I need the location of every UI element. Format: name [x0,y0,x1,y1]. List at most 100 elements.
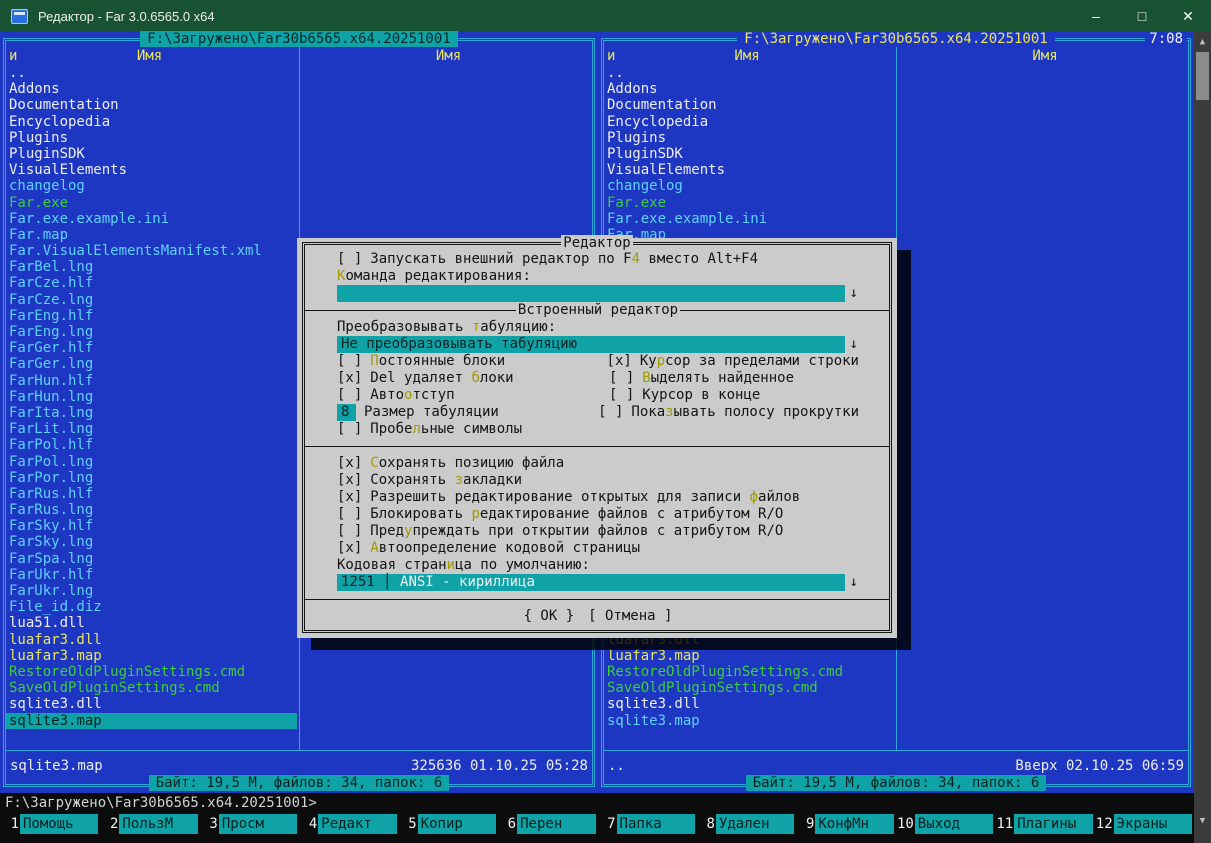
file-item[interactable]: changelog [6,178,297,194]
fkey-button[interactable]: 9КонфМн [797,814,893,834]
checkbox-whitespace[interactable]: [ ]Пробельные символы [337,421,859,438]
checkbox-persistent-blocks[interactable]: [ ]Постоянные блоки [337,353,607,370]
file-item[interactable]: Far.exe.example.ini [6,211,297,227]
fkey-button[interactable]: 6Перен [499,814,595,834]
file-item[interactable]: PluginSDK [6,146,297,162]
checkbox-autoindent[interactable]: [ ]Автоотступ [337,387,609,404]
file-item[interactable]: Far.exe.example.ini [604,211,894,227]
dropdown-arrow-icon[interactable]: ↓ [850,336,858,353]
history-arrow-icon[interactable]: ↓ [850,285,858,302]
file-item[interactable]: Far.exe [6,195,297,211]
minimize-button[interactable]: – [1073,0,1119,32]
file-item[interactable]: FarGer.lng [6,356,297,372]
fkey-button[interactable]: 10Выход [897,814,993,834]
combo-tab-conversion[interactable]: Не преобразовывать табуляцию↓ [337,336,845,353]
panel-path[interactable]: F:\Загружено\Far30b6565.x64.20251001 [598,32,1194,48]
file-item[interactable]: changelog [604,178,894,194]
file-item[interactable]: FarEng.lng [6,324,297,340]
file-item[interactable]: RestoreOldPluginSettings.cmd [6,664,297,680]
file-item[interactable]: RestoreOldPluginSettings.cmd [604,664,894,680]
fkey-button[interactable]: 5Копир [400,814,496,834]
fkey-button[interactable]: 1Помощь [2,814,98,834]
maximize-button[interactable]: □ [1119,0,1165,32]
file-item[interactable]: FarCze.lng [6,292,297,308]
file-item[interactable]: luafar3.dll [6,632,297,648]
file-item[interactable]: Plugins [6,130,297,146]
file-item[interactable]: FarPol.lng [6,454,297,470]
file-item[interactable]: VisualElements [604,162,894,178]
checkbox-autodetect-codepage[interactable]: [x]Автоопределение кодовой страницы [337,540,859,557]
fkey-button[interactable]: 8Удален [698,814,794,834]
command-line[interactable]: F:\Загружено\Far30b6565.x64.20251001> [5,795,317,812]
file-item[interactable]: FarRus.hlf [6,486,297,502]
scroll-thumb[interactable] [1196,52,1209,100]
checkbox-show-scrollbar[interactable]: [ ]Показывать полосу прокрутки [598,404,859,421]
scroll-up-icon[interactable]: ▲ [1194,34,1211,50]
file-item[interactable]: FarGer.hlf [6,340,297,356]
dropdown-arrow-icon[interactable]: ↓ [850,574,858,591]
fkey-button[interactable]: 7Папка [599,814,695,834]
checkbox-cursor-at-end[interactable]: [ ]Курсор в конце [609,387,859,404]
file-item[interactable]: Far.VisualElementsManifest.xml [6,243,297,259]
file-item[interactable]: Addons [604,81,894,97]
checkbox-warn-readonly-files[interactable]: [ ]Предупреждать при открытии файлов с а… [337,523,859,540]
fkey-button[interactable]: 12Экраны [1096,814,1192,834]
checkbox-run-external-editor[interactable]: [ ]Запускать внешний редактор по F4 вмес… [337,251,859,268]
file-item[interactable]: FarBel.lng [6,259,297,275]
checkbox-save-file-position[interactable]: [x]Сохранять позицию файла [337,455,859,472]
file-item[interactable]: Documentation [6,97,297,113]
file-item[interactable]: luafar3.map [6,648,297,664]
scrollbar[interactable]: ▲ ▼ [1194,32,1211,843]
file-item[interactable]: sqlite3.dll [6,696,297,712]
file-item[interactable]: Plugins [604,130,894,146]
scroll-down-icon[interactable]: ▼ [1194,813,1211,829]
checkbox-highlight-found[interactable]: [ ]Выделять найденное [609,370,859,387]
input-tab-size[interactable]: 8 [337,404,356,421]
fkey-button[interactable]: 3Просм [201,814,297,834]
file-item[interactable]: FarCze.hlf [6,275,297,291]
file-item[interactable]: FarEng.hlf [6,308,297,324]
file-item[interactable]: VisualElements [6,162,297,178]
fkey-button[interactable]: 4Редакт [300,814,396,834]
checkbox-save-bookmarks[interactable]: [x]Сохранять закладки [337,472,859,489]
fkey-button[interactable]: 2ПользМ [101,814,197,834]
file-item[interactable]: FarSpa.lng [6,551,297,567]
file-item[interactable]: SaveOldPluginSettings.cmd [604,680,894,696]
cancel-button[interactable]: [ Отмена ] [588,608,672,625]
checkbox-del-removes-blocks[interactable]: [x]Del удаляет блоки [337,370,609,387]
file-item[interactable]: Addons [6,81,297,97]
file-item[interactable]: FarRus.lng [6,502,297,518]
file-item[interactable]: Far.map [6,227,297,243]
file-item[interactable]: SaveOldPluginSettings.cmd [6,680,297,696]
file-item[interactable]: FarSky.lng [6,534,297,550]
file-item[interactable]: Encyclopedia [6,114,297,130]
close-button[interactable]: ✕ [1165,0,1211,32]
file-item[interactable]: .. [6,65,297,81]
panel-path[interactable]: F:\Загружено\Far30b6565.x64.20251001 [0,32,598,48]
file-item[interactable]: FarLit.lng [6,421,297,437]
checkbox-cursor-beyond-eol[interactable]: [x]Курсор за пределами строки [607,353,859,370]
file-item[interactable]: FarPol.hlf [6,437,297,453]
input-edit-command[interactable]: ↓ [337,285,845,302]
file-item[interactable]: Far.exe [604,195,894,211]
file-item[interactable]: .. [604,65,894,81]
file-item[interactable]: FarSky.hlf [6,518,297,534]
file-item[interactable]: Encyclopedia [604,114,894,130]
file-item[interactable]: PluginSDK [604,146,894,162]
file-item[interactable]: Documentation [604,97,894,113]
checkbox-lock-readonly-files[interactable]: [ ]Блокировать редактирование файлов с а… [337,506,859,523]
checkbox-allow-edit-opened-files[interactable]: [x]Разрешить редактирование открытых для… [337,489,859,506]
file-item[interactable]: FarPor.lng [6,470,297,486]
file-item[interactable]: sqlite3.dll [604,696,894,712]
file-item[interactable]: FarUkr.hlf [6,567,297,583]
file-item[interactable]: FarIta.lng [6,405,297,421]
file-item[interactable]: FarHun.hlf [6,373,297,389]
ok-button[interactable]: { OK } [524,608,575,625]
file-item[interactable]: FarUkr.lng [6,583,297,599]
file-item[interactable]: FarHun.lng [6,389,297,405]
fkey-button[interactable]: 11Плагины [996,814,1092,834]
file-item[interactable]: sqlite3.map [604,713,894,729]
file-item[interactable]: File_id.diz [6,599,297,615]
combo-default-codepage[interactable]: 1251 │ ANSI - кириллица↓ [337,574,845,591]
file-item[interactable]: lua51.dll [6,615,297,631]
